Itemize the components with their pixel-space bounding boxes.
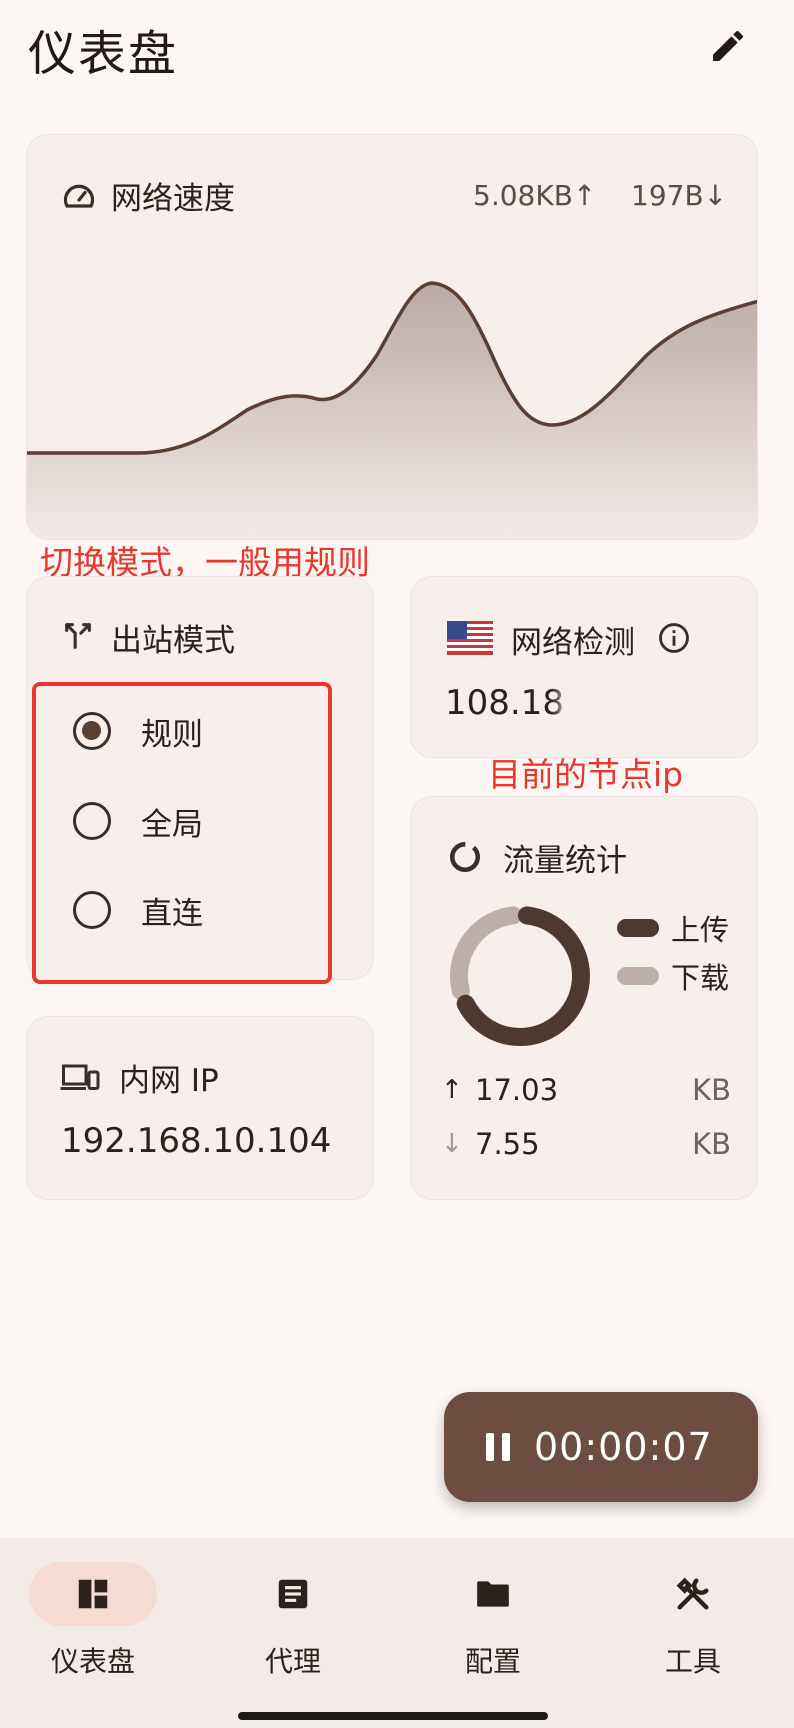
upload-swatch xyxy=(617,919,659,937)
legend-download-label: 下载 xyxy=(671,961,730,995)
mode-card-title: 出站模式 xyxy=(111,623,235,659)
upload-speed: 5.08KB↑ xyxy=(473,179,597,212)
lan-ip-value: 192.168.10.104 xyxy=(61,1121,332,1161)
timer-text: 00:00:07 xyxy=(534,1425,713,1469)
network-detection-card[interactable]: 网络检测 108.18 xyxy=(410,576,758,758)
traffic-stats-card: 流量统计 上传 下载 ↑ 17.03 KB ↓ 7.55 KB xyxy=(410,796,758,1200)
upload-total-row: ↑ 17.03 KB xyxy=(441,1073,731,1107)
legend-upload: 上传 xyxy=(617,907,729,949)
download-speed: 197B↓ xyxy=(631,179,728,212)
speedometer-icon xyxy=(63,184,95,208)
nav-icon-wrap xyxy=(229,1562,357,1626)
arrow-up-icon: ↑ xyxy=(441,1075,463,1105)
ip-redaction-blur xyxy=(561,677,671,725)
node-ip: 108.18 xyxy=(445,683,564,723)
download-total: 7.55 xyxy=(475,1127,540,1161)
devices-icon xyxy=(60,1064,100,1090)
lan-ip-card: 内网 IP 192.168.10.104 xyxy=(26,1016,374,1200)
fork-arrow-icon xyxy=(65,623,91,649)
us-flag-icon xyxy=(447,621,493,655)
nav-proxy[interactable]: 代理 xyxy=(218,1562,368,1682)
article-icon xyxy=(278,1579,308,1609)
download-unit: KB xyxy=(692,1127,731,1161)
nav-active-indicator xyxy=(29,1562,157,1626)
download-swatch xyxy=(617,967,659,985)
nav-label: 代理 xyxy=(264,1645,321,1678)
detect-card-title: 网络检测 xyxy=(511,625,635,661)
dashboard-icon xyxy=(78,1579,108,1609)
upload-total: 17.03 xyxy=(475,1073,559,1107)
tools-icon xyxy=(676,1577,709,1610)
info-icon[interactable] xyxy=(657,621,691,655)
legend-upload-label: 上传 xyxy=(671,913,730,947)
legend-download: 下载 xyxy=(617,955,729,997)
nav-label: 工具 xyxy=(664,1645,721,1678)
donut-icon xyxy=(450,842,480,872)
arrow-down-icon: ↓ xyxy=(441,1129,463,1159)
timer-button[interactable]: 00:00:07 xyxy=(444,1392,758,1502)
nav-icon-wrap xyxy=(429,1562,557,1626)
nav-dashboard[interactable]: 仪表盘 xyxy=(18,1562,168,1682)
network-speed-card: 网络速度 5.08KB↑ 197B↓ xyxy=(26,134,758,540)
nav-icon-wrap xyxy=(629,1562,757,1626)
home-indicator xyxy=(238,1712,548,1720)
edit-button[interactable] xyxy=(700,18,756,74)
nav-tools[interactable]: 工具 xyxy=(618,1562,768,1682)
traffic-donut-chart xyxy=(450,906,590,1046)
page-title: 仪表盘 xyxy=(28,26,179,82)
nav-label: 配置 xyxy=(464,1645,521,1678)
speed-card-title: 网络速度 xyxy=(111,181,235,217)
annotation-highlight-box xyxy=(32,682,332,984)
pencil-icon xyxy=(713,30,744,61)
nav-label: 仪表盘 xyxy=(50,1645,135,1678)
lan-card-title: 内网 IP xyxy=(119,1063,219,1099)
traffic-card-title: 流量统计 xyxy=(503,843,627,879)
download-total-row: ↓ 7.55 KB xyxy=(441,1127,731,1161)
pause-icon xyxy=(486,1433,510,1461)
folder-icon xyxy=(477,1581,509,1607)
speed-area xyxy=(27,283,757,539)
nav-config[interactable]: 配置 xyxy=(418,1562,568,1682)
bottom-navigation: 仪表盘 代理 配置 工具 xyxy=(0,1538,794,1728)
node-ip-annotation: 目前的节点ip xyxy=(488,755,684,794)
upload-unit: KB xyxy=(692,1073,731,1107)
